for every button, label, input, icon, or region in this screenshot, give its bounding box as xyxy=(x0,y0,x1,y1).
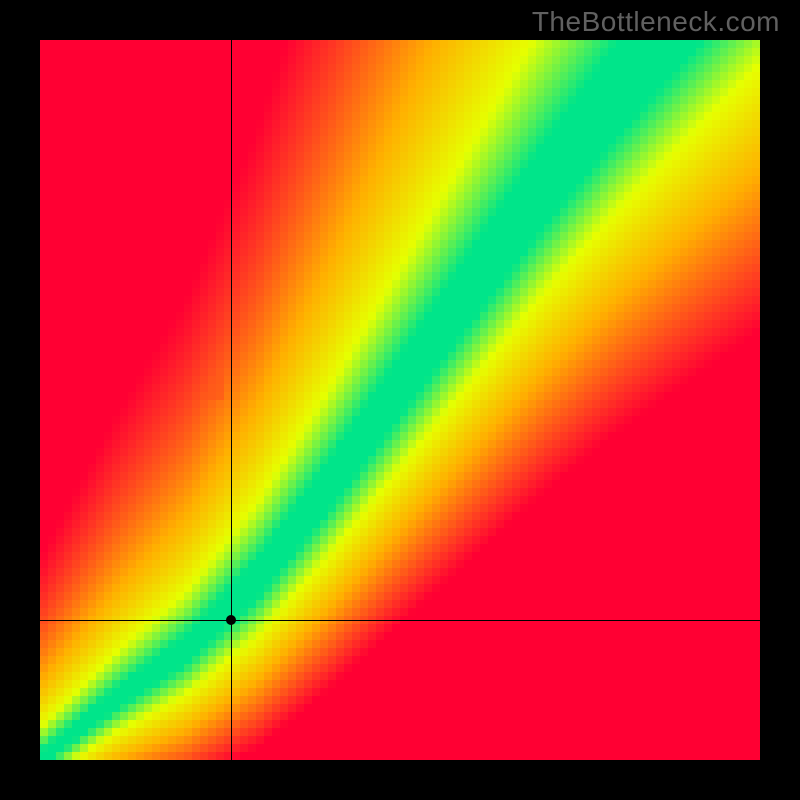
bottleneck-heatmap xyxy=(40,40,760,760)
watermark-text: TheBottleneck.com xyxy=(532,6,780,38)
chart-container: TheBottleneck.com xyxy=(0,0,800,800)
